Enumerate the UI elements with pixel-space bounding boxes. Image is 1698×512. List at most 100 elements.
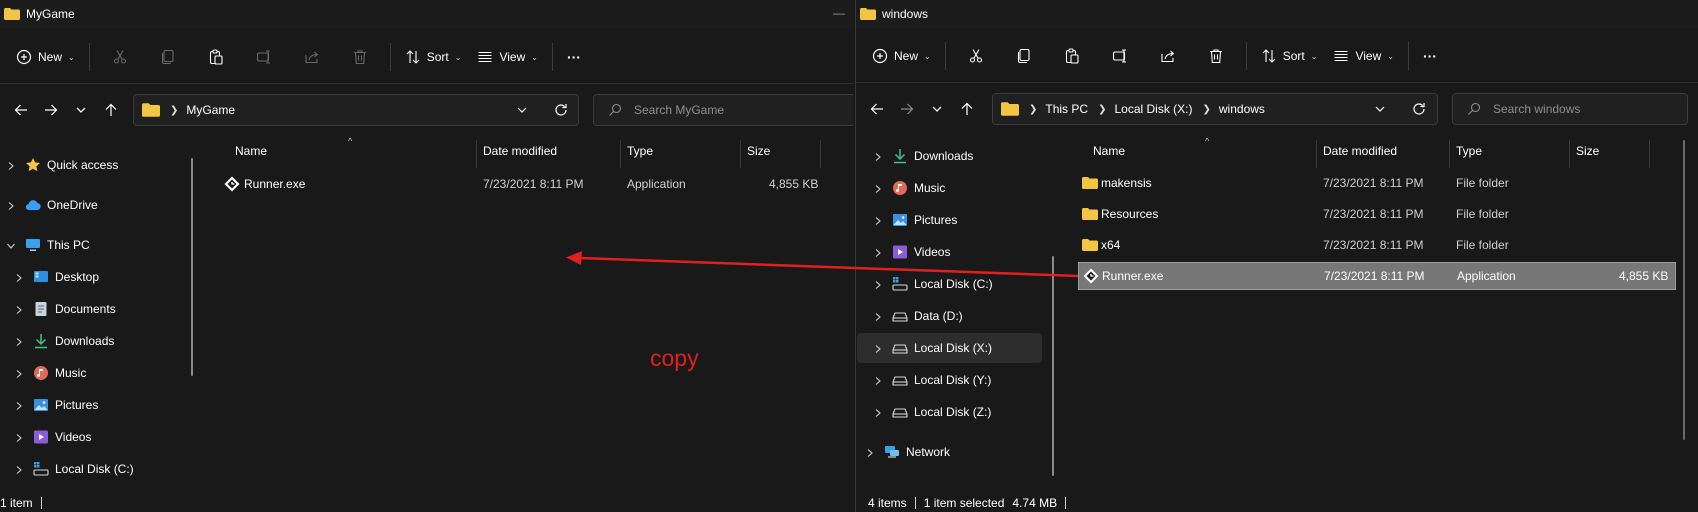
file-row-resources[interactable]: Resources 7/23/2021 8:11 PM File folder <box>1077 200 1672 228</box>
breadcrumb-windows[interactable]: windows <box>1219 102 1265 116</box>
back-button[interactable] <box>6 95 36 125</box>
nav-item-music[interactable]: Music <box>857 173 1042 203</box>
column-divider[interactable] <box>476 140 477 168</box>
nav-scrollbar[interactable] <box>191 158 193 376</box>
nav-item-downloads[interactable]: Downloads <box>857 141 1042 171</box>
chevron-right-icon[interactable] <box>6 160 16 170</box>
nav-item-this-pc[interactable]: This PC <box>0 230 190 260</box>
rename-button[interactable] <box>1100 40 1140 72</box>
column-type[interactable]: Type <box>627 144 653 158</box>
search-input[interactable] <box>634 103 834 117</box>
search-box[interactable] <box>1452 93 1688 125</box>
more-options-button[interactable]: ··· <box>559 41 589 73</box>
column-divider[interactable] <box>620 140 621 168</box>
chevron-right-icon[interactable] <box>14 368 24 378</box>
chevron-right-icon[interactable] <box>873 343 883 353</box>
column-size[interactable]: Size <box>747 144 770 158</box>
nav-item-quick-access[interactable]: Quick access <box>0 150 190 180</box>
rename-button[interactable] <box>244 41 284 73</box>
chevron-right-icon[interactable] <box>873 279 883 289</box>
recent-locations-button[interactable] <box>922 94 952 124</box>
chevron-right-icon[interactable] <box>873 183 883 193</box>
column-date-modified[interactable]: Date modified <box>483 144 557 158</box>
column-divider[interactable] <box>1449 140 1450 168</box>
chevron-right-icon[interactable] <box>14 464 24 474</box>
nav-item-desktop[interactable]: Desktop <box>0 262 190 292</box>
back-button[interactable] <box>862 94 892 124</box>
column-type[interactable]: Type <box>1456 144 1482 158</box>
chevron-right-icon[interactable] <box>873 311 883 321</box>
title-bar[interactable]: MyGame — <box>0 0 853 28</box>
file-row-runner-exe[interactable]: Runner.exe 7/23/2021 8:11 PM Application… <box>220 170 820 198</box>
nav-item-documents[interactable]: Documents <box>0 294 190 324</box>
search-input[interactable] <box>1493 102 1673 116</box>
cut-button[interactable] <box>956 40 996 72</box>
up-button[interactable] <box>952 94 982 124</box>
paste-button[interactable] <box>1052 40 1092 72</box>
chevron-right-icon[interactable] <box>6 200 16 210</box>
column-divider[interactable] <box>740 140 741 168</box>
refresh-icon[interactable] <box>553 102 569 118</box>
nav-item-local-disk-z[interactable]: Local Disk (Z:) <box>857 397 1042 427</box>
up-button[interactable] <box>96 95 126 125</box>
view-button[interactable]: View ⌄ <box>469 41 546 73</box>
chevron-right-icon[interactable] <box>873 375 883 385</box>
column-divider[interactable] <box>820 140 821 168</box>
breadcrumb-this-pc[interactable]: This PC <box>1045 102 1088 116</box>
share-button[interactable] <box>1148 40 1188 72</box>
forward-button[interactable] <box>892 94 922 124</box>
address-bar[interactable]: ❯ This PC ❯ Local Disk (X:) ❯ windows <box>992 93 1438 125</box>
nav-item-data-d[interactable]: Data (D:) <box>857 301 1042 331</box>
chevron-right-icon[interactable] <box>14 336 24 346</box>
recent-locations-button[interactable] <box>66 95 96 125</box>
copy-button[interactable] <box>148 41 188 73</box>
delete-button[interactable] <box>340 41 380 73</box>
nav-item-local-disk-c[interactable]: Local Disk (C:) <box>857 269 1042 299</box>
delete-button[interactable] <box>1196 40 1236 72</box>
share-button[interactable] <box>292 41 332 73</box>
nav-item-downloads[interactable]: Downloads <box>0 326 190 356</box>
minimize-icon[interactable]: — <box>833 6 845 20</box>
file-row-makensis[interactable]: makensis 7/23/2021 8:11 PM File folder <box>1077 169 1672 197</box>
sort-button[interactable]: Sort ⌄ <box>1253 40 1326 72</box>
new-button[interactable]: New ⌄ <box>8 41 83 73</box>
chevron-down-icon[interactable] <box>1373 102 1387 116</box>
search-box[interactable] <box>593 94 853 126</box>
chevron-right-icon[interactable] <box>865 447 875 457</box>
chevron-right-icon[interactable] <box>873 215 883 225</box>
nav-item-videos[interactable]: Videos <box>0 422 190 452</box>
content-scrollbar[interactable] <box>1683 140 1685 440</box>
chevron-right-icon[interactable] <box>14 400 24 410</box>
address-bar[interactable]: ❯ MyGame <box>133 94 579 126</box>
paste-button[interactable] <box>196 41 236 73</box>
chevron-right-icon[interactable] <box>14 432 24 442</box>
cut-button[interactable] <box>100 41 140 73</box>
chevron-right-icon[interactable] <box>873 151 883 161</box>
column-name[interactable]: Name <box>235 144 267 158</box>
chevron-right-icon[interactable] <box>14 304 24 314</box>
column-divider[interactable] <box>1649 140 1650 168</box>
sort-button[interactable]: Sort ⌄ <box>397 41 470 73</box>
chevron-down-icon[interactable] <box>515 103 529 117</box>
refresh-icon[interactable] <box>1411 101 1427 117</box>
breadcrumb-mygame[interactable]: MyGame <box>186 103 235 117</box>
nav-item-music[interactable]: Music <box>0 358 190 388</box>
forward-button[interactable] <box>36 95 66 125</box>
nav-item-onedrive[interactable]: OneDrive <box>0 190 190 220</box>
nav-item-network[interactable]: Network <box>857 437 1042 467</box>
new-button[interactable]: New ⌄ <box>864 40 939 72</box>
nav-item-pictures[interactable]: Pictures <box>857 205 1042 235</box>
nav-item-videos[interactable]: Videos <box>857 237 1042 267</box>
column-size[interactable]: Size <box>1576 144 1599 158</box>
nav-item-local-disk-x[interactable]: Local Disk (X:) <box>857 333 1042 363</box>
nav-scrollbar[interactable] <box>1052 256 1054 476</box>
file-row-x64[interactable]: x64 7/23/2021 8:11 PM File folder <box>1077 231 1672 259</box>
chevron-down-icon[interactable] <box>6 240 16 250</box>
nav-item-pictures[interactable]: Pictures <box>0 390 190 420</box>
chevron-right-icon[interactable] <box>14 272 24 282</box>
title-bar[interactable]: windows <box>856 0 1698 28</box>
breadcrumb-local-disk-x[interactable]: Local Disk (X:) <box>1114 102 1192 116</box>
file-row-runner-exe[interactable]: Runner.exe 7/23/2021 8:11 PM Application… <box>1078 262 1676 290</box>
nav-item-local-disk-y[interactable]: Local Disk (Y:) <box>857 365 1042 395</box>
column-divider[interactable] <box>1316 140 1317 168</box>
